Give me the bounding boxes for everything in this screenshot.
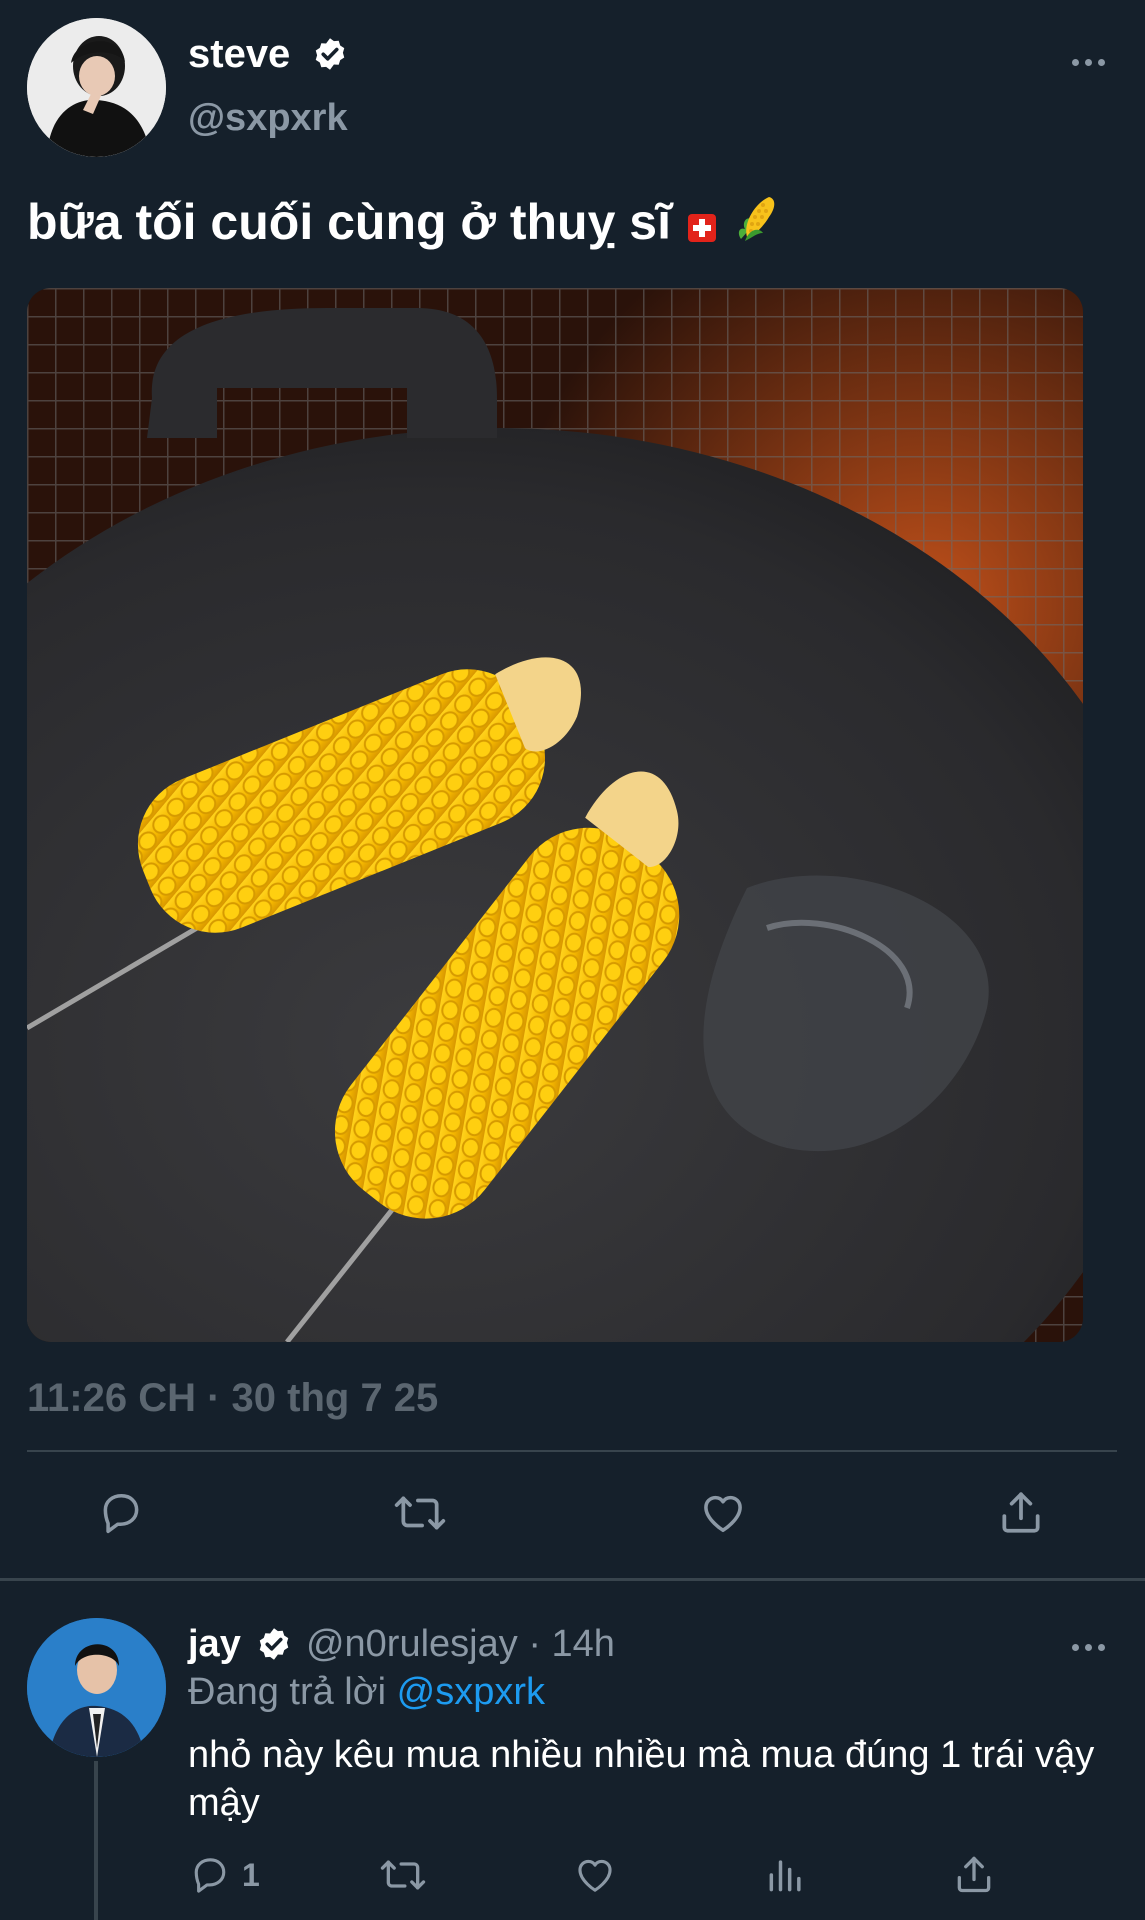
like-icon [578,1859,612,1892]
swiss-flag-icon [687,196,717,256]
retweet-icon [394,1496,446,1530]
reply-count: 1 [242,1856,260,1893]
verified-badge-icon [315,38,345,70]
replying-to-label: Đang trả lời [188,1671,387,1713]
reply-like-button[interactable] [572,1853,618,1897]
divider [27,1450,1117,1452]
like-icon [704,1495,742,1533]
reply-tweet[interactable]: jay @n0rulesjay · 14h Đang trả lời @sxpx… [0,1581,1145,1920]
tweet-detail-page: steve @sxpxrk bữa tối cuối cùng ở thuỵ s… [0,0,1145,1920]
reply-time[interactable]: · 14h [528,1623,615,1665]
reply-retweet-button[interactable] [378,1853,428,1897]
reply-icon [194,1858,226,1893]
reply-actions-bar: 1 [0,1851,1145,1907]
share-button[interactable] [996,1486,1046,1538]
reply-share-button[interactable] [952,1851,996,1897]
reply-reply-button[interactable]: 1 [188,1853,260,1897]
tweet-timestamp[interactable]: 11:26 CH · 30 thg 7 25 [27,1374,438,1422]
retweet-icon [380,1860,426,1890]
reply-author-avatar[interactable] [27,1618,166,1757]
share-icon [1002,1492,1040,1533]
author-name[interactable]: steve [188,30,290,78]
tweet-image[interactable] [27,288,1083,1342]
author-name-text[interactable]: steve [188,32,290,76]
like-button[interactable] [697,1488,749,1538]
reply-more-options-icon[interactable] [1068,1639,1108,1655]
reply-button[interactable] [96,1488,146,1538]
reply-header: jay @n0rulesjay · 14h [188,1621,615,1667]
reply-text: nhỏ này kêu mua nhiều nhiều mà mua đúng … [188,1734,1095,1824]
corn-icon [733,193,781,258]
corn-photo [27,288,1083,1342]
retweet-button[interactable] [392,1488,448,1538]
tweet-text-content: bữa tối cuối cùng ở thuỵ sĩ [27,194,671,250]
author-avatar[interactable] [27,18,166,157]
reply-icon [103,1493,139,1534]
replying-to-mention[interactable]: @sxpxrk [397,1671,545,1713]
tweet-actions-bar [0,1480,1145,1548]
reply-views-button[interactable] [764,1853,808,1897]
reply-author-name[interactable]: jay [188,1623,241,1665]
main-tweet: steve @sxpxrk bữa tối cuối cùng ở thuỵ s… [0,0,1145,1581]
share-icon [957,1856,991,1893]
author-handle[interactable]: @sxpxrk [188,95,348,141]
reply-author-handle[interactable]: @n0rulesjay [306,1623,518,1665]
more-options-icon[interactable] [1068,54,1108,70]
verified-badge-icon [259,1628,289,1660]
replying-to-line: Đang trả lời @sxpxrk [188,1669,545,1715]
views-icon [769,1860,801,1892]
tweet-text: bữa tối cuối cùng ở thuỵ sĩ [27,192,781,258]
